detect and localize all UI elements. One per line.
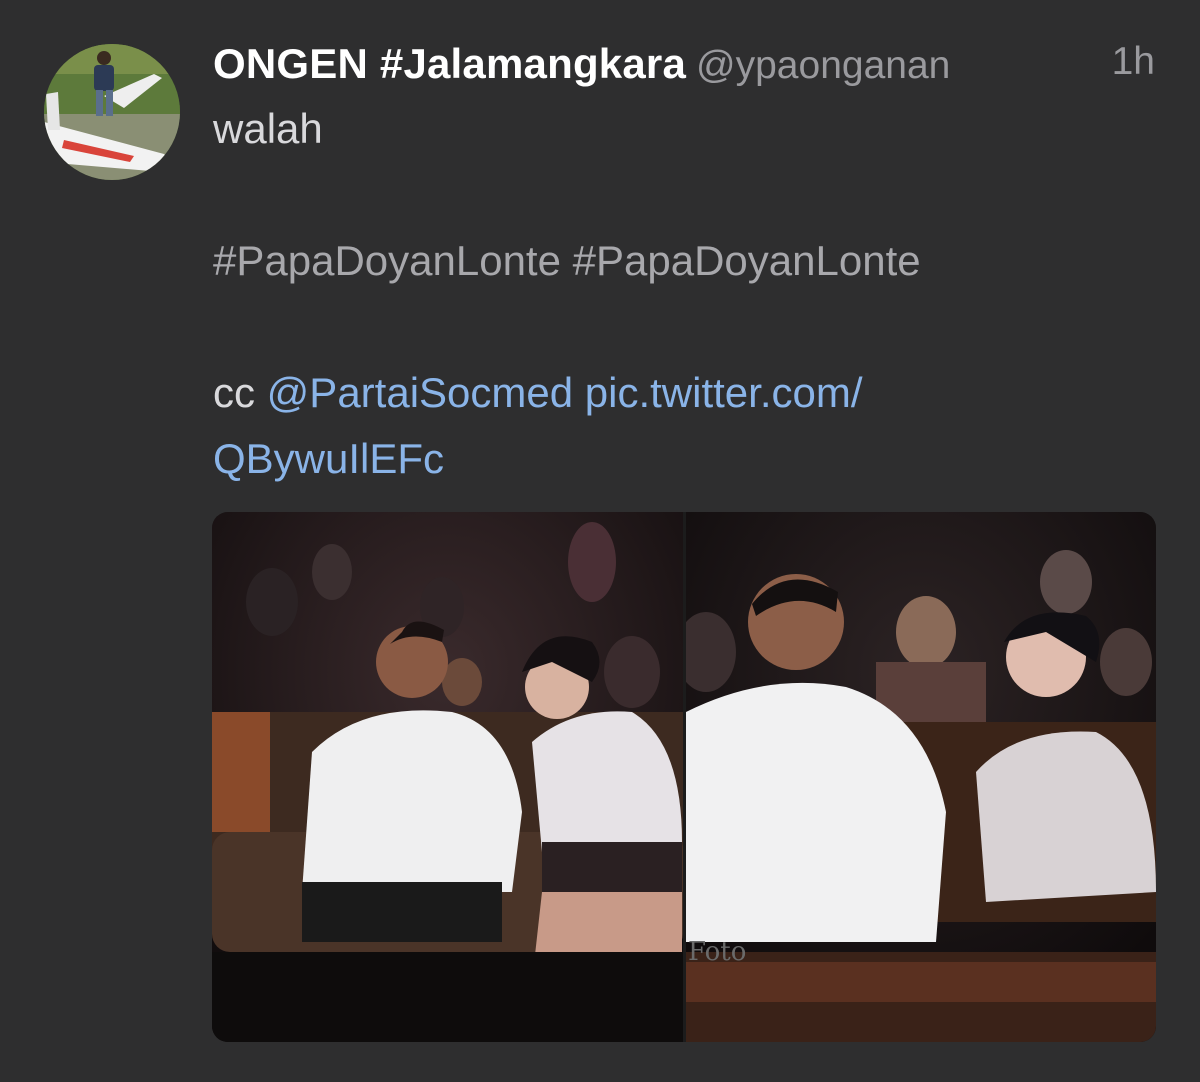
hashtag-line: #PapaDoyanLonte #PapaDoyanLonte: [213, 228, 1143, 294]
tweet[interactable]: ONGEN #Jalamangkara @ypaonganan 1h walah …: [0, 0, 1200, 1082]
hashtag-link[interactable]: #PapaDoyanLonte: [573, 237, 921, 284]
mention-link[interactable]: @PartaiSocmed: [267, 369, 573, 416]
media-photo-1[interactable]: [212, 512, 683, 1042]
photo-image: [212, 512, 683, 1042]
media-grid: Foto: [212, 512, 1156, 1042]
author-name[interactable]: ONGEN #Jalamangkara: [213, 40, 686, 87]
tweet-text: walah #PapaDoyanLonte #PapaDoyanLonte cc…: [213, 96, 1143, 492]
cc-label: cc: [213, 369, 255, 416]
pic-link[interactable]: pic.twitter.com/: [585, 369, 863, 416]
pic-link-continued[interactable]: QBywuIlEFc: [213, 435, 444, 482]
photo-watermark: Foto: [688, 937, 746, 967]
author-handle[interactable]: @ypaonganan: [696, 44, 950, 87]
avatar[interactable]: [44, 44, 180, 180]
cc-line: cc @PartaiSocmed pic.twitter.com/: [213, 360, 1143, 426]
tweet-header: ONGEN #Jalamangkara @ypaonganan: [213, 40, 1163, 94]
tweet-timestamp[interactable]: 1h: [1112, 40, 1155, 84]
link-line: QBywuIlEFc: [213, 426, 1143, 492]
photo-image: Foto: [686, 512, 1156, 1042]
tweet-line-1: walah: [213, 105, 323, 152]
media-photo-2[interactable]: Foto: [686, 512, 1156, 1042]
avatar-image: [44, 44, 180, 180]
hashtag-link[interactable]: #PapaDoyanLonte: [213, 237, 561, 284]
